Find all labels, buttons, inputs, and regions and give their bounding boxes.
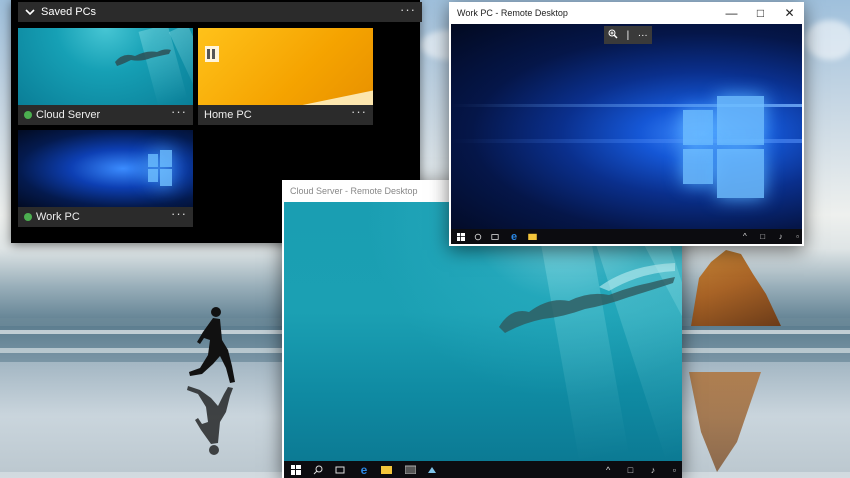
swimmer-figure — [499, 263, 675, 333]
runner-silhouette — [187, 307, 235, 455]
search-icon[interactable] — [310, 461, 326, 478]
pc-thumbnail — [18, 28, 193, 105]
more-options-icon[interactable]: ··· — [400, 2, 416, 17]
pc-tile-home-pc[interactable]: Home PC ··· — [198, 28, 373, 125]
pc-tile-cloud-server[interactable]: Cloud Server ··· — [18, 28, 193, 125]
chevron-up-icon[interactable]: ^ — [743, 232, 747, 241]
window-title: Work PC - Remote Desktop — [457, 8, 568, 18]
maximize-button[interactable]: □ — [746, 2, 775, 24]
task-view-icon[interactable] — [332, 461, 348, 478]
more-options-icon[interactable]: ··· — [171, 206, 187, 221]
system-tray[interactable]: ^ □ ♪ ▫ — [743, 229, 799, 244]
taskbar: e ^ □ ♪ ▫ — [451, 229, 802, 244]
file-explorer-icon[interactable] — [378, 461, 394, 478]
edge-icon[interactable]: e — [507, 229, 521, 244]
saved-pcs-title: Saved PCs — [41, 6, 97, 18]
pc-name: Work PC — [36, 211, 80, 223]
store-icon[interactable] — [402, 461, 418, 478]
file-explorer-icon[interactable] — [525, 229, 539, 244]
pc-tile-work-pc[interactable]: Work PC ··· — [18, 130, 193, 227]
app-icon[interactable] — [424, 461, 440, 478]
zoom-toolbar: | ··· — [604, 26, 652, 44]
desktop-icon — [205, 46, 219, 62]
search-icon[interactable] — [471, 229, 485, 244]
window-title: Cloud Server - Remote Desktop — [290, 186, 418, 196]
rock-cliff — [691, 250, 781, 326]
taskbar: e ^ □ ♪ ▫ — [284, 461, 682, 478]
chevron-down-icon[interactable] — [24, 6, 36, 18]
more-options-icon[interactable]: ··· — [638, 30, 648, 41]
window-titlebar[interactable]: Work PC - Remote Desktop — □ ✕ — [449, 2, 804, 24]
close-button[interactable]: ✕ — [775, 2, 804, 24]
notification-icon[interactable]: ▫ — [673, 465, 676, 475]
chevron-up-icon[interactable]: ^ — [606, 465, 610, 475]
windows-start-icon[interactable] — [288, 461, 304, 478]
notification-icon[interactable]: ▫ — [796, 232, 799, 241]
pc-name: Home PC — [204, 109, 252, 121]
task-view-icon[interactable] — [488, 229, 502, 244]
swimmer-figure — [115, 49, 171, 66]
toolbar-separator: | — [626, 29, 630, 41]
pc-name: Cloud Server — [36, 109, 101, 121]
system-tray[interactable]: ^ □ ♪ ▫ — [606, 461, 676, 478]
pc-tile-bar: Work PC ··· — [18, 206, 193, 227]
status-online-icon — [24, 111, 32, 119]
work-pc-window: Work PC - Remote Desktop — □ ✕ | ··· e ^… — [449, 2, 804, 246]
network-icon[interactable]: □ — [760, 232, 765, 241]
roof-shape — [288, 90, 373, 105]
remote-screen[interactable]: | ··· e ^ □ ♪ ▫ — [451, 24, 802, 244]
edge-icon[interactable]: e — [356, 461, 372, 478]
pc-thumbnail — [18, 130, 193, 207]
network-icon[interactable]: □ — [628, 465, 633, 475]
more-options-icon[interactable]: ··· — [171, 104, 187, 119]
volume-icon[interactable]: ♪ — [779, 232, 783, 241]
pc-tile-bar: Cloud Server ··· — [18, 104, 193, 125]
zoom-in-icon[interactable] — [608, 29, 618, 42]
cloud — [805, 20, 850, 60]
pc-thumbnail — [198, 28, 373, 105]
windows-start-icon[interactable] — [454, 229, 468, 244]
volume-icon[interactable]: ♪ — [651, 465, 656, 475]
more-options-icon[interactable]: ··· — [351, 104, 367, 119]
minimize-button[interactable]: — — [717, 2, 746, 24]
status-online-icon — [24, 213, 32, 221]
saved-pcs-header[interactable]: Saved PCs ··· — [18, 2, 422, 22]
pc-tile-bar: Home PC ··· — [198, 104, 373, 125]
window-controls: — □ ✕ — [717, 2, 804, 24]
